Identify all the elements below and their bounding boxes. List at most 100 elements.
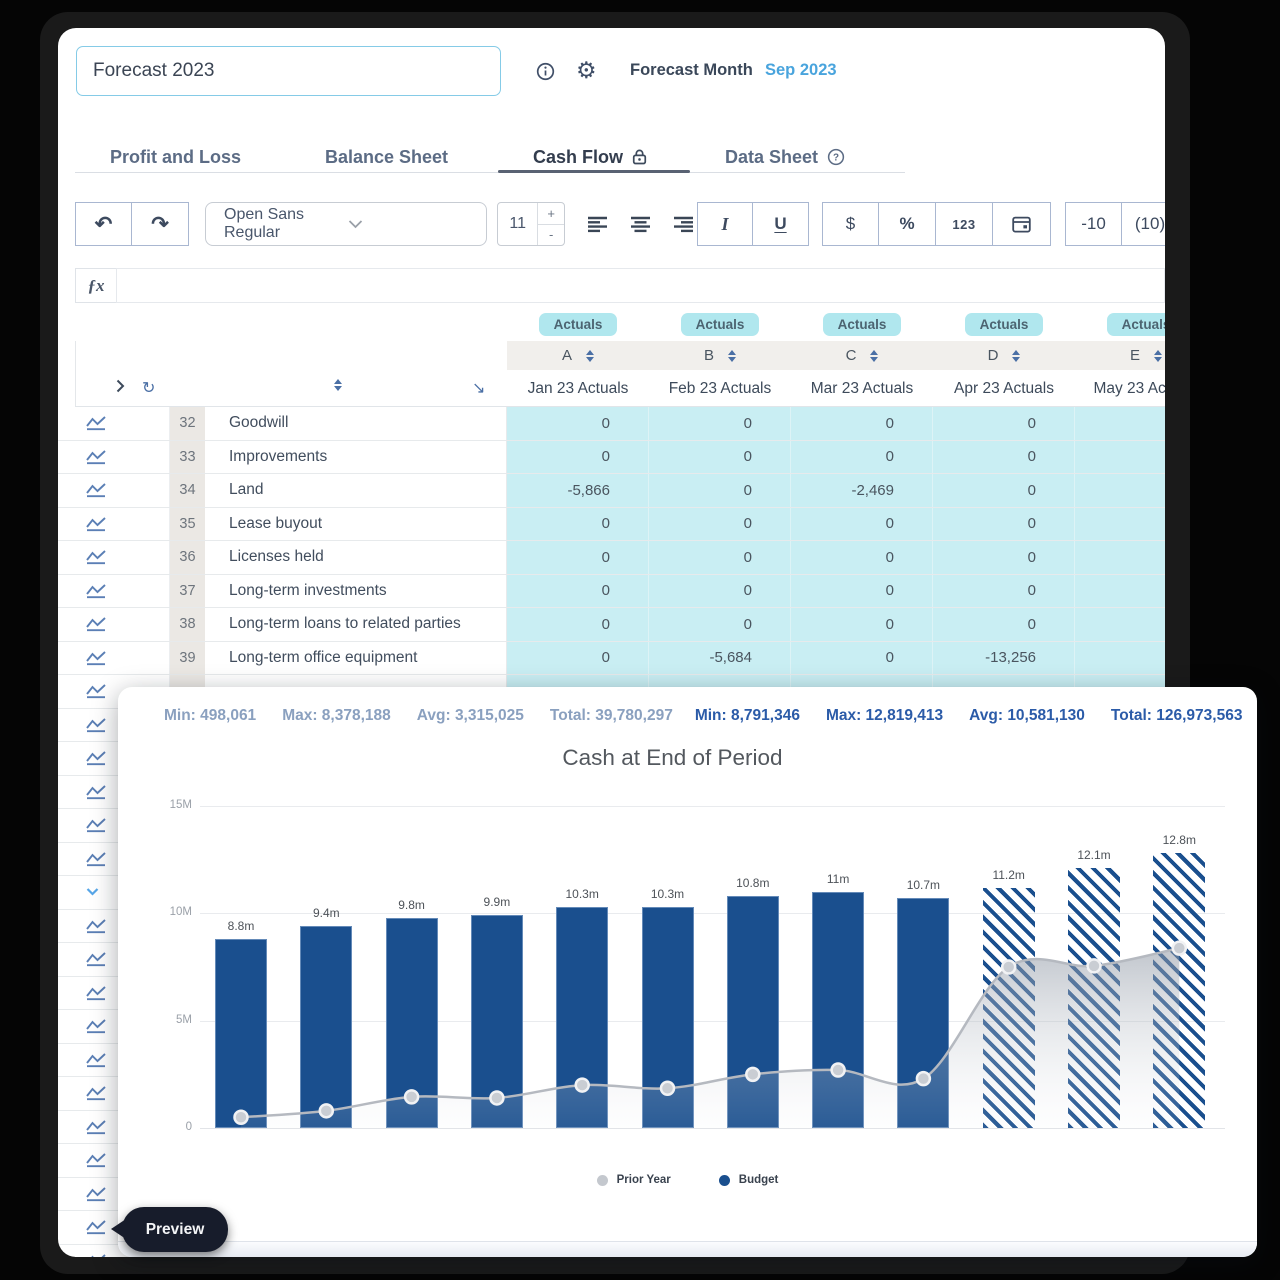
settings-gear-icon[interactable]: ⚙ bbox=[576, 59, 597, 82]
value-cell[interactable]: 0 bbox=[933, 441, 1075, 474]
parentheses-format-button[interactable]: (10) bbox=[1122, 202, 1165, 246]
value-cell[interactable] bbox=[1075, 508, 1165, 541]
row-chart-icon[interactable] bbox=[75, 508, 170, 541]
font-size-stepper[interactable]: 11 + - bbox=[497, 202, 565, 246]
column-letter-cell[interactable]: A bbox=[507, 341, 650, 370]
chevron-right-icon[interactable] bbox=[116, 379, 125, 393]
row-chart-icon[interactable] bbox=[75, 608, 170, 641]
value-cell[interactable]: 0 bbox=[649, 541, 791, 574]
redo-button[interactable]: ↷ bbox=[132, 202, 189, 246]
underline-button[interactable]: U bbox=[753, 202, 809, 246]
value-cell[interactable]: 0 bbox=[933, 608, 1075, 641]
column-sort-icon[interactable] bbox=[728, 350, 736, 362]
tab-balance-sheet[interactable]: Balance Sheet bbox=[325, 140, 448, 174]
row-chart-icon[interactable] bbox=[75, 474, 170, 507]
value-cell[interactable]: 0 bbox=[507, 441, 649, 474]
row-label-cell[interactable]: Land bbox=[205, 474, 507, 507]
row-chart-icon[interactable] bbox=[75, 541, 170, 574]
currency-format-button[interactable]: $ bbox=[822, 202, 879, 246]
font-size-increase-button[interactable]: + bbox=[538, 203, 564, 225]
column-header-cell[interactable]: Mar 23 Actuals bbox=[791, 370, 934, 407]
font-family-select[interactable]: Open Sans Regular bbox=[205, 202, 487, 246]
value-cell[interactable]: -5,866 bbox=[507, 474, 649, 507]
refresh-icon[interactable]: ↻ bbox=[142, 378, 155, 398]
value-cell[interactable]: 0 bbox=[933, 575, 1075, 608]
value-cell[interactable]: 0 bbox=[933, 474, 1075, 507]
row-chart-icon[interactable] bbox=[75, 407, 170, 440]
row-chart-icon[interactable] bbox=[75, 441, 170, 474]
column-letter-cell[interactable]: B bbox=[649, 341, 792, 370]
sort-updown-icon[interactable] bbox=[334, 379, 342, 391]
date-format-button[interactable] bbox=[993, 202, 1051, 246]
tab-profit-and-loss[interactable]: Profit and Loss bbox=[110, 140, 241, 174]
value-cell[interactable]: 0 bbox=[649, 508, 791, 541]
value-cell[interactable]: 0 bbox=[507, 508, 649, 541]
row-chart-icon[interactable] bbox=[75, 642, 170, 675]
legend-item-budget[interactable]: Budget bbox=[719, 1174, 779, 1186]
row-label-cell[interactable]: Lease buyout bbox=[205, 508, 507, 541]
column-sort-icon[interactable] bbox=[870, 350, 878, 362]
column-letter-cell[interactable]: D bbox=[933, 341, 1076, 370]
value-cell[interactable]: -5,684 bbox=[649, 642, 791, 675]
column-letter-cell[interactable]: C bbox=[791, 341, 934, 370]
column-sort-icon[interactable] bbox=[1012, 350, 1020, 362]
align-left-button[interactable] bbox=[579, 202, 617, 246]
align-center-button[interactable] bbox=[622, 202, 660, 246]
forecast-month-value[interactable]: Sep 2023 bbox=[765, 61, 837, 80]
value-cell[interactable]: 0 bbox=[791, 407, 933, 440]
row-chart-icon[interactable] bbox=[75, 575, 170, 608]
value-cell[interactable] bbox=[1075, 474, 1165, 507]
value-cell[interactable]: 0 bbox=[507, 407, 649, 440]
value-cell[interactable]: 0 bbox=[649, 575, 791, 608]
value-cell[interactable]: 0 bbox=[649, 608, 791, 641]
tab-data-sheet[interactable]: Data Sheet ? bbox=[725, 140, 845, 174]
number-format-button[interactable]: 123 bbox=[936, 202, 993, 246]
value-cell[interactable]: 0 bbox=[507, 608, 649, 641]
row-label-cell[interactable]: Long-term office equipment bbox=[205, 642, 507, 675]
forecast-title-input[interactable] bbox=[76, 46, 501, 96]
formula-input[interactable] bbox=[116, 268, 1165, 303]
value-cell[interactable]: 0 bbox=[791, 441, 933, 474]
percent-format-button[interactable]: % bbox=[879, 202, 936, 246]
value-cell[interactable]: 0 bbox=[507, 642, 649, 675]
column-header-cell[interactable]: Apr 23 Actuals bbox=[933, 370, 1076, 407]
undo-button[interactable]: ↶ bbox=[75, 202, 132, 246]
value-cell[interactable]: 0 bbox=[791, 642, 933, 675]
value-cell[interactable]: 0 bbox=[649, 474, 791, 507]
column-sort-icon[interactable] bbox=[1154, 350, 1162, 362]
column-letter-cell[interactable]: E bbox=[1075, 341, 1165, 370]
row-label-cell[interactable]: Long-term loans to related parties bbox=[205, 608, 507, 641]
value-cell[interactable] bbox=[1075, 441, 1165, 474]
value-cell[interactable]: 0 bbox=[933, 407, 1075, 440]
value-cell[interactable]: 0 bbox=[507, 575, 649, 608]
value-cell[interactable]: -2,469 bbox=[791, 474, 933, 507]
value-cell[interactable]: 0 bbox=[649, 407, 791, 440]
column-header-cell[interactable]: May 23 Actuals bbox=[1075, 370, 1165, 407]
value-cell[interactable] bbox=[1075, 642, 1165, 675]
value-cell[interactable]: 0 bbox=[933, 508, 1075, 541]
row-label-cell[interactable]: Improvements bbox=[205, 441, 507, 474]
tab-cash-flow[interactable]: Cash Flow bbox=[533, 140, 647, 174]
value-cell[interactable] bbox=[1075, 575, 1165, 608]
preview-tooltip[interactable]: Preview bbox=[122, 1207, 228, 1252]
value-cell[interactable]: 0 bbox=[791, 575, 933, 608]
value-cell[interactable]: 0 bbox=[933, 541, 1075, 574]
row-label-cell[interactable]: Goodwill bbox=[205, 407, 507, 440]
info-icon[interactable] bbox=[536, 62, 555, 81]
row-label-cell[interactable]: Long-term investments bbox=[205, 575, 507, 608]
value-cell[interactable]: -13,256 bbox=[933, 642, 1075, 675]
value-cell[interactable] bbox=[1075, 608, 1165, 641]
value-cell[interactable] bbox=[1075, 407, 1165, 440]
row-label-cell[interactable]: Licenses held bbox=[205, 541, 507, 574]
value-cell[interactable]: 0 bbox=[791, 608, 933, 641]
column-header-cell[interactable]: Jan 23 Actuals bbox=[507, 370, 650, 407]
horizontal-scrollbar[interactable] bbox=[118, 1241, 1257, 1257]
negative-number-format-button[interactable]: -10 bbox=[1065, 202, 1122, 246]
font-size-decrease-button[interactable]: - bbox=[538, 225, 564, 246]
column-header-cell[interactable]: Feb 23 Actuals bbox=[649, 370, 792, 407]
italic-button[interactable]: I bbox=[697, 202, 753, 246]
legend-item-prior-year[interactable]: Prior Year bbox=[597, 1174, 671, 1186]
value-cell[interactable]: 0 bbox=[649, 441, 791, 474]
value-cell[interactable]: 0 bbox=[507, 541, 649, 574]
value-cell[interactable]: 0 bbox=[791, 541, 933, 574]
